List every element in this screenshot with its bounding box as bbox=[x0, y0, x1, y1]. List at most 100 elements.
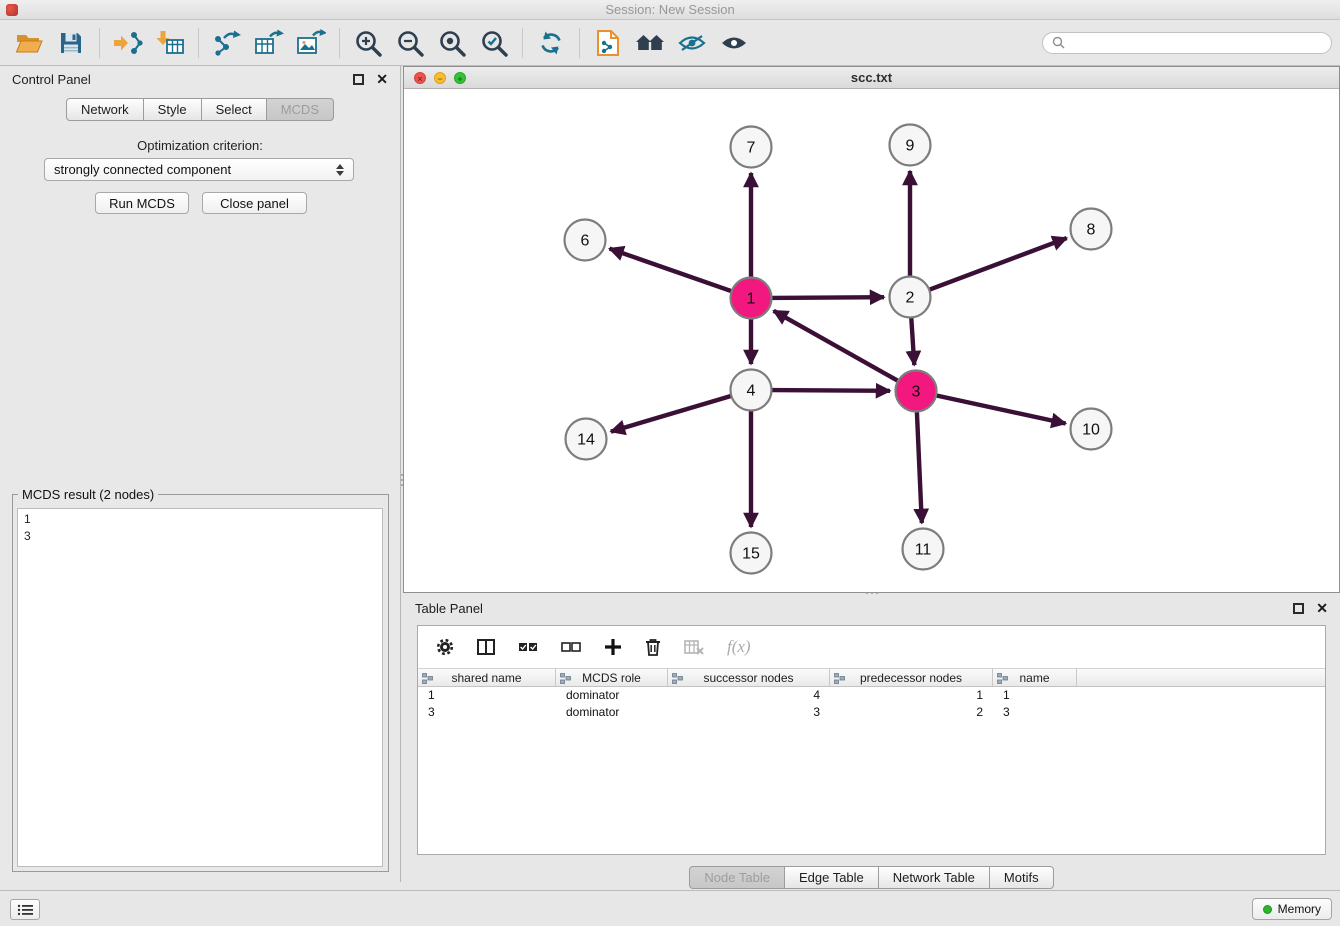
table-cell[interactable]: 1 bbox=[418, 687, 556, 704]
graph-node-11[interactable]: 11 bbox=[903, 529, 944, 570]
float-control-panel-button[interactable] bbox=[353, 74, 364, 85]
search-input[interactable] bbox=[1070, 36, 1322, 50]
toolbar-separator bbox=[198, 28, 199, 58]
add-column-button[interactable] bbox=[604, 638, 622, 656]
tab-motifs[interactable]: Motifs bbox=[990, 866, 1054, 889]
table-cell[interactable]: 3 bbox=[993, 704, 1077, 721]
table-cell[interactable]: dominator bbox=[556, 687, 668, 704]
edge-4-14[interactable] bbox=[611, 396, 731, 432]
graph-node-9[interactable]: 9 bbox=[890, 125, 931, 166]
floppy-disk-icon bbox=[59, 31, 83, 55]
graphics-details-button[interactable] bbox=[671, 24, 713, 62]
tab-style[interactable]: Style bbox=[144, 98, 202, 121]
delete-column-button[interactable] bbox=[645, 638, 661, 656]
network-browser-button[interactable] bbox=[629, 24, 671, 62]
edge-4-3[interactable] bbox=[772, 390, 890, 391]
table-cell[interactable]: 3 bbox=[418, 704, 556, 721]
import-network-button[interactable] bbox=[107, 24, 149, 62]
show-columns-button[interactable] bbox=[477, 639, 495, 655]
close-control-panel-button[interactable]: ✕ bbox=[376, 74, 388, 85]
graph-node-4[interactable]: 4 bbox=[731, 370, 772, 411]
zoom-in-icon bbox=[354, 29, 382, 57]
export-network-button[interactable] bbox=[206, 24, 248, 62]
eye-icon bbox=[720, 34, 748, 52]
mcds-result-box[interactable]: 13 bbox=[17, 508, 383, 867]
close-mcds-panel-button[interactable]: Close panel bbox=[202, 192, 307, 214]
search-field[interactable] bbox=[1042, 32, 1332, 54]
criterion-dropdown[interactable]: strongly connected component bbox=[44, 158, 354, 181]
graph-node-10[interactable]: 10 bbox=[1071, 409, 1112, 450]
column-header-MCDS-role[interactable]: MCDS role bbox=[556, 669, 668, 686]
edge-3-1[interactable] bbox=[774, 311, 898, 381]
maximize-window-button[interactable]: + bbox=[454, 72, 466, 84]
network-window-titlebar: × − + scc.txt bbox=[404, 67, 1339, 89]
export-table-button[interactable] bbox=[248, 24, 290, 62]
tab-edge-table[interactable]: Edge Table bbox=[785, 866, 879, 889]
edge-3-10[interactable] bbox=[937, 396, 1066, 424]
table-row[interactable]: 3dominator323 bbox=[418, 704, 1325, 721]
edge-2-3[interactable] bbox=[911, 318, 914, 365]
status-bar: Memory bbox=[0, 890, 1340, 926]
edge-3-11[interactable] bbox=[917, 412, 922, 523]
delete-table-button[interactable] bbox=[684, 639, 704, 655]
toolbar-separator bbox=[339, 28, 340, 58]
function-builder-button[interactable]: f(x) bbox=[727, 637, 751, 657]
column-header-name[interactable]: name bbox=[993, 669, 1077, 686]
tab-select[interactable]: Select bbox=[202, 98, 267, 121]
tab-network-table[interactable]: Network Table bbox=[879, 866, 990, 889]
column-header-predecessor-nodes[interactable]: predecessor nodes bbox=[830, 669, 993, 686]
list-icon bbox=[17, 904, 33, 916]
ndex-import-button[interactable] bbox=[587, 24, 629, 62]
edge-1-2[interactable] bbox=[772, 297, 884, 298]
float-table-panel-button[interactable] bbox=[1293, 603, 1304, 614]
svg-text:3: 3 bbox=[912, 384, 921, 401]
minimize-window-button[interactable]: − bbox=[434, 72, 446, 84]
tab-mcds[interactable]: MCDS bbox=[267, 98, 334, 121]
table-panel-title: Table Panel bbox=[415, 601, 483, 616]
zoom-fit-button[interactable] bbox=[431, 24, 473, 62]
graph-node-1[interactable]: 1 bbox=[731, 278, 772, 319]
select-all-button[interactable] bbox=[518, 640, 538, 654]
tab-node-table[interactable]: Node Table bbox=[689, 866, 785, 889]
refresh-view-button[interactable] bbox=[530, 24, 572, 62]
table-cell[interactable]: dominator bbox=[556, 704, 668, 721]
table-cell[interactable]: 2 bbox=[830, 704, 993, 721]
graph-node-8[interactable]: 8 bbox=[1071, 209, 1112, 250]
application-window: Session: New Session bbox=[0, 0, 1340, 926]
deselect-all-button[interactable] bbox=[561, 640, 581, 654]
optimization-criterion-label: Optimization criterion: bbox=[0, 138, 400, 153]
close-window-button[interactable]: × bbox=[414, 72, 426, 84]
edge-1-6[interactable] bbox=[610, 249, 732, 292]
graph-node-7[interactable]: 7 bbox=[731, 127, 772, 168]
table-cell[interactable]: 1 bbox=[830, 687, 993, 704]
run-mcds-button[interactable]: Run MCDS bbox=[95, 192, 189, 214]
save-session-button[interactable] bbox=[50, 24, 92, 62]
column-header-shared-name[interactable]: shared name bbox=[418, 669, 556, 686]
graph-node-14[interactable]: 14 bbox=[566, 419, 607, 460]
zoom-out-button[interactable] bbox=[389, 24, 431, 62]
vertical-splitter[interactable] bbox=[399, 466, 404, 494]
open-session-button[interactable] bbox=[8, 24, 50, 62]
table-cell[interactable]: 1 bbox=[993, 687, 1077, 704]
level-of-detail-button[interactable] bbox=[713, 24, 755, 62]
graph-node-3[interactable]: 3 bbox=[896, 371, 937, 412]
zoom-in-button[interactable] bbox=[347, 24, 389, 62]
memory-button[interactable]: Memory bbox=[1252, 898, 1332, 920]
table-cell[interactable]: 4 bbox=[668, 687, 830, 704]
table-cell[interactable]: 3 bbox=[668, 704, 830, 721]
network-graph[interactable]: 7 9 6 8 1 2 4 3 14 10 15 11 bbox=[404, 89, 1339, 592]
import-table-button[interactable] bbox=[149, 24, 191, 62]
table-settings-button[interactable] bbox=[436, 638, 454, 656]
close-table-panel-button[interactable]: ✕ bbox=[1316, 603, 1328, 614]
column-header-successor-nodes[interactable]: successor nodes bbox=[668, 669, 830, 686]
export-image-button[interactable] bbox=[290, 24, 332, 62]
tab-network[interactable]: Network bbox=[66, 98, 144, 121]
graph-node-15[interactable]: 15 bbox=[731, 533, 772, 574]
zoom-selected-button[interactable] bbox=[473, 24, 515, 62]
table-row[interactable]: 1dominator411 bbox=[418, 687, 1325, 704]
panel-menu-button[interactable] bbox=[10, 899, 40, 920]
graph-node-2[interactable]: 2 bbox=[890, 277, 931, 318]
refresh-icon bbox=[538, 30, 564, 56]
graph-node-6[interactable]: 6 bbox=[565, 220, 606, 261]
edge-2-8[interactable] bbox=[930, 238, 1067, 290]
